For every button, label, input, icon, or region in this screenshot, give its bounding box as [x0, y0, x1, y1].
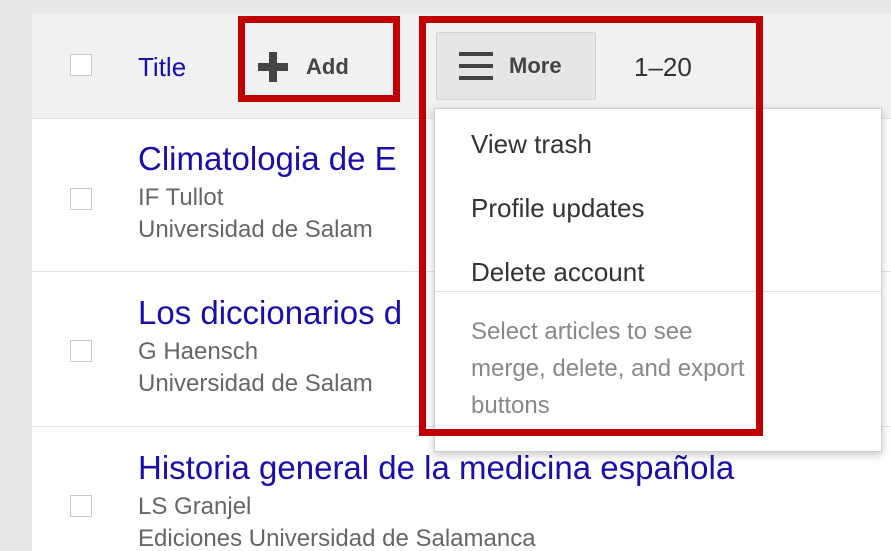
- menu-item-profile-updates[interactable]: Profile updates: [471, 193, 644, 224]
- article-title[interactable]: Los diccionarios d: [138, 294, 402, 332]
- menu-hint-text: Select articles to see merge, delete, an…: [471, 318, 745, 419]
- plus-icon: [258, 52, 288, 82]
- article-venue: Universidad de Salam: [138, 370, 373, 397]
- select-all-checkbox[interactable]: [70, 54, 92, 76]
- title-sort-link[interactable]: Title: [138, 52, 186, 83]
- article-title[interactable]: Historia general de la medicina española: [138, 449, 734, 487]
- more-label: More: [509, 53, 562, 78]
- add-button[interactable]: Add: [242, 32, 390, 102]
- article-venue: Universidad de Salam: [138, 216, 373, 243]
- menu-divider: [435, 291, 881, 292]
- menu-item-view-trash[interactable]: View trash: [471, 129, 592, 160]
- pagination-range: 1–20: [634, 52, 692, 82]
- article-authors: IF Tullot: [138, 184, 224, 211]
- article-authors: G Haensch: [138, 338, 259, 365]
- articles-panel: Title Add More 1–20 Climatologia de E IF…: [32, 14, 891, 551]
- toolbar: Title Add More 1–20: [32, 14, 891, 119]
- article-checkbox[interactable]: [70, 495, 92, 517]
- more-dropdown-menu: View trash Profile updates Delete accoun…: [434, 108, 882, 452]
- menu-item-delete-account[interactable]: Delete account: [471, 257, 644, 288]
- more-button[interactable]: More: [436, 32, 596, 100]
- article-checkbox[interactable]: [70, 188, 92, 210]
- article-venue: Ediciones Universidad de Salamanca: [138, 525, 536, 551]
- menu-icon: [459, 52, 493, 80]
- article-checkbox[interactable]: [70, 340, 92, 362]
- add-label: Add: [306, 54, 349, 79]
- article-authors: LS Granjel: [138, 493, 252, 520]
- article-title[interactable]: Climatologia de E: [138, 140, 397, 178]
